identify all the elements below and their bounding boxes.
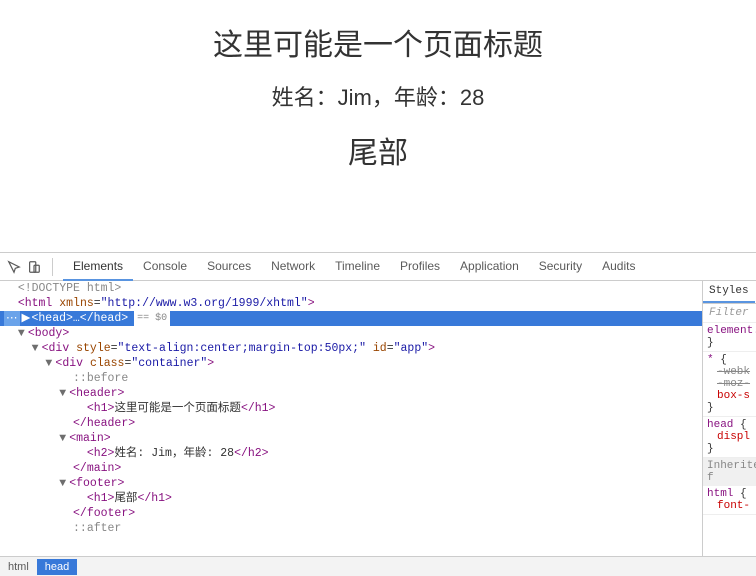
- rendered-page: 这里可能是一个页面标题 姓名：Jim，年龄：28 尾部: [0, 20, 756, 172]
- rule-head[interactable]: head {displ}: [703, 417, 756, 458]
- rule-element[interactable]: element.}: [703, 323, 756, 352]
- page-title: 这里可能是一个页面标题: [0, 20, 756, 64]
- device-icon[interactable]: [26, 259, 42, 275]
- styles-tab-styles[interactable]: Styles: [703, 281, 755, 303]
- tab-elements[interactable]: Elements: [63, 253, 133, 281]
- tab-console[interactable]: Console: [133, 253, 197, 281]
- styles-tabs: Styles C: [703, 281, 756, 304]
- dom-html[interactable]: <html xmlns="http://www.w3.org/1999/xhtm…: [0, 296, 702, 311]
- tab-network[interactable]: Network: [261, 253, 325, 281]
- crumb-html[interactable]: html: [0, 559, 37, 575]
- tab-profiles[interactable]: Profiles: [390, 253, 450, 281]
- tab-application[interactable]: Application: [450, 253, 529, 281]
- tab-timeline[interactable]: Timeline: [325, 253, 390, 281]
- tab-security[interactable]: Security: [529, 253, 592, 281]
- rule-html[interactable]: html {font-: [703, 486, 756, 515]
- dom-tree[interactable]: <!DOCTYPE html> <html xmlns="http://www.…: [0, 281, 702, 556]
- crumb-head[interactable]: head: [37, 559, 77, 575]
- dom-h2[interactable]: <h2>姓名: Jim，年龄: 28</h2>: [0, 446, 702, 461]
- dom-footer[interactable]: ▼<footer>: [0, 476, 702, 491]
- inherited-label: Inherited f: [703, 458, 756, 486]
- dom-doctype[interactable]: <!DOCTYPE html>: [0, 281, 702, 296]
- dom-header-close[interactable]: </header>: [0, 416, 702, 431]
- dom-footer-close[interactable]: </footer>: [0, 506, 702, 521]
- devtools-main: <!DOCTYPE html> <html xmlns="http://www.…: [0, 281, 756, 556]
- dom-container[interactable]: ▼<div class="container">: [0, 356, 702, 371]
- dom-h1[interactable]: <h1>这里可能是一个页面标题</h1>: [0, 401, 702, 416]
- dom-before[interactable]: ::before: [0, 371, 702, 386]
- dom-body[interactable]: ▼<body>: [0, 326, 702, 341]
- rule-star[interactable]: * {-webk-moz-box-s}: [703, 352, 756, 417]
- dom-main-close[interactable]: </main>: [0, 461, 702, 476]
- dom-fh1[interactable]: <h1>尾部</h1>: [0, 491, 702, 506]
- styles-pane: Styles C Filter element.} * {-webk-moz-b…: [702, 281, 756, 556]
- styles-filter[interactable]: Filter: [703, 304, 756, 323]
- breadcrumb: html head: [0, 556, 756, 576]
- tab-sources[interactable]: Sources: [197, 253, 261, 281]
- dom-header[interactable]: ▼<header>: [0, 386, 702, 401]
- page-footer: 尾部: [0, 128, 756, 172]
- inspect-icon[interactable]: [6, 259, 22, 275]
- dom-head-selected[interactable]: ⋯▶ <head>…</head>== $0: [0, 311, 702, 326]
- devtools-tabs: Elements Console Sources Network Timelin…: [63, 253, 645, 281]
- page-info: 姓名：Jim，年龄：28: [0, 80, 756, 112]
- dom-app[interactable]: ▼<div style="text-align:center;margin-to…: [0, 341, 702, 356]
- tab-audits[interactable]: Audits: [592, 253, 645, 281]
- dom-main[interactable]: ▼<main>: [0, 431, 702, 446]
- devtools-toolbar: Elements Console Sources Network Timelin…: [0, 253, 756, 281]
- devtools-panel: Elements Console Sources Network Timelin…: [0, 252, 756, 576]
- toolbar-divider: [52, 258, 53, 276]
- dom-after[interactable]: ::after: [0, 521, 702, 536]
